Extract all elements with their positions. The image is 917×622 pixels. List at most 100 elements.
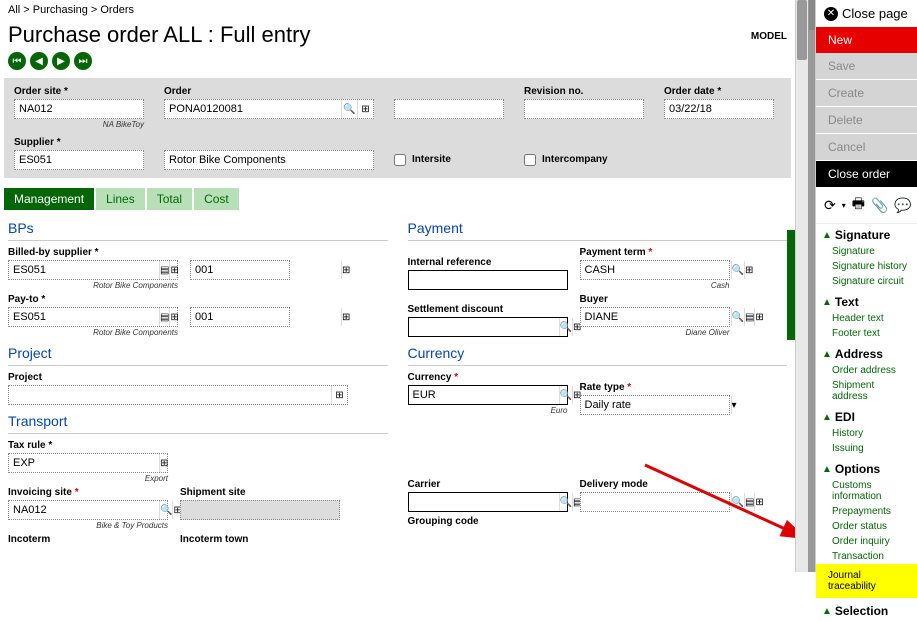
intersite-label: Intersite [412,154,451,165]
order-site-input[interactable] [15,103,165,115]
settlement-input[interactable] [409,321,559,333]
search-icon[interactable]: 🔍 [341,100,357,118]
tab-cost[interactable]: Cost [194,188,239,210]
lookup-icon[interactable]: ⊞ [169,308,178,326]
intersite-checkbox[interactable] [394,154,406,166]
card-icon[interactable]: ▤ [159,308,169,326]
link-signature[interactable]: Signature [816,244,917,259]
intercompany-checkbox[interactable] [524,154,536,166]
billed-by-input[interactable] [9,264,159,276]
lookup-icon[interactable]: ⊞ [169,261,178,279]
refresh-icon[interactable]: ⟳ [824,197,836,214]
link-history[interactable]: History [816,426,917,441]
section-signature[interactable]: ▲Signature [816,226,917,244]
billed-by-code-input[interactable] [191,264,341,276]
scrollbar-left[interactable] [795,0,809,572]
card-icon[interactable]: ▤ [159,261,169,279]
new-button[interactable]: New [816,27,917,53]
create-button[interactable]: Create [816,80,917,107]
section-edi[interactable]: ▲EDI [816,408,917,426]
delivery-mode-label: Delivery mode [580,479,730,490]
search-icon[interactable]: 🔍 [731,493,744,511]
billed-by-hint: Rotor Bike Components [8,281,178,290]
nav-first-icon[interactable]: ⏮ [8,52,26,70]
dropdown-icon[interactable]: ▾ [731,396,737,414]
lookup-icon[interactable]: ⊞ [357,100,373,118]
print-icon[interactable]: 🖶 [852,193,865,217]
supplier-name-input[interactable] [165,154,373,166]
section-options[interactable]: ▲Options [816,460,917,478]
currency-input[interactable] [409,389,559,401]
chat-icon[interactable]: 💬 [894,197,911,214]
lookup-icon[interactable]: ⊞ [744,261,753,279]
nav-prev-icon[interactable]: ◀ [30,52,48,70]
link-shipment-address[interactable]: Shipment address [816,378,917,404]
supplier-input[interactable] [15,154,165,166]
invoicing-site-input[interactable] [9,504,159,516]
order-date-input[interactable] [665,103,795,115]
link-journal-traceability[interactable]: Journal traceability [816,564,917,598]
nav-last-icon[interactable]: ⏭ [74,52,92,70]
lookup-icon[interactable]: ⊞ [341,261,350,279]
link-customs-info[interactable]: Customs information [816,478,917,504]
tab-lines[interactable]: Lines [96,188,145,210]
link-footer-text[interactable]: Footer text [816,326,917,341]
cancel-button[interactable]: Cancel [816,134,917,161]
order-extra-input[interactable] [395,103,545,115]
search-icon[interactable]: 🔍 [559,493,572,511]
invoicing-site-label: Invoicing site * [8,487,168,498]
expand-bar[interactable] [787,230,795,340]
delete-button[interactable]: Delete [816,107,917,134]
close-page-button[interactable]: ✕ Close page [816,0,917,27]
link-order-inquiry[interactable]: Order inquiry [816,534,917,549]
link-order-status[interactable]: Order status [816,519,917,534]
link-prepayments[interactable]: Prepayments [816,504,917,519]
section-selection[interactable]: ▲Selection [816,602,917,620]
invoicing-site-hint: Bike & Toy Products [8,521,168,530]
carrier-input[interactable] [409,496,559,508]
save-button[interactable]: Save [816,53,917,80]
payment-term-label: Payment term * [580,247,730,258]
link-order-address[interactable]: Order address [816,363,917,378]
attach-icon[interactable]: 📎 [871,197,888,214]
close-order-button[interactable]: Close order [816,161,917,187]
pay-to-input[interactable] [9,311,159,323]
search-icon[interactable]: 🔍 [731,308,744,326]
nav-next-icon[interactable]: ▶ [52,52,70,70]
search-icon[interactable]: 🔍 [559,386,572,404]
lookup-icon[interactable]: ⊞ [754,308,763,326]
lookup-icon[interactable]: ⊞ [754,493,763,511]
search-icon[interactable]: 🔍 [559,318,572,336]
payment-term-input[interactable] [581,264,731,276]
lookup-icon[interactable]: ⊞ [159,454,168,472]
revision-input[interactable] [525,103,675,115]
link-header-text[interactable]: Header text [816,311,917,326]
order-input[interactable] [165,103,341,115]
lookup-icon[interactable]: ⊞ [331,386,347,404]
buyer-input[interactable] [581,311,731,323]
card-icon[interactable]: ▤ [744,493,754,511]
section-text[interactable]: ▲Text [816,293,917,311]
search-icon[interactable]: 🔍 [731,261,744,279]
link-transaction[interactable]: Transaction [816,549,917,564]
tab-total[interactable]: Total [147,188,192,210]
rate-type-input[interactable] [581,399,731,411]
link-issuing[interactable]: Issuing [816,441,917,456]
shipment-site-input[interactable] [181,504,339,516]
link-signature-history[interactable]: Signature history [816,259,917,274]
link-signature-circuit[interactable]: Signature circuit [816,274,917,289]
breadcrumb-all[interactable]: All [8,4,20,16]
lookup-icon[interactable]: ⊞ [341,308,350,326]
delivery-mode-input[interactable] [581,496,731,508]
incoterm-town-label: Incoterm town [180,534,340,545]
search-icon[interactable]: 🔍 [159,501,172,519]
breadcrumb-orders[interactable]: Orders [100,4,134,16]
pay-to-code-input[interactable] [191,311,341,323]
project-input[interactable] [9,389,331,401]
card-icon[interactable]: ▤ [744,308,754,326]
section-address[interactable]: ▲Address [816,345,917,363]
breadcrumb-purchasing[interactable]: Purchasing [33,4,88,16]
tax-rule-input[interactable] [9,457,159,469]
internal-ref-input[interactable] [409,274,567,286]
tab-management[interactable]: Management [4,188,94,210]
